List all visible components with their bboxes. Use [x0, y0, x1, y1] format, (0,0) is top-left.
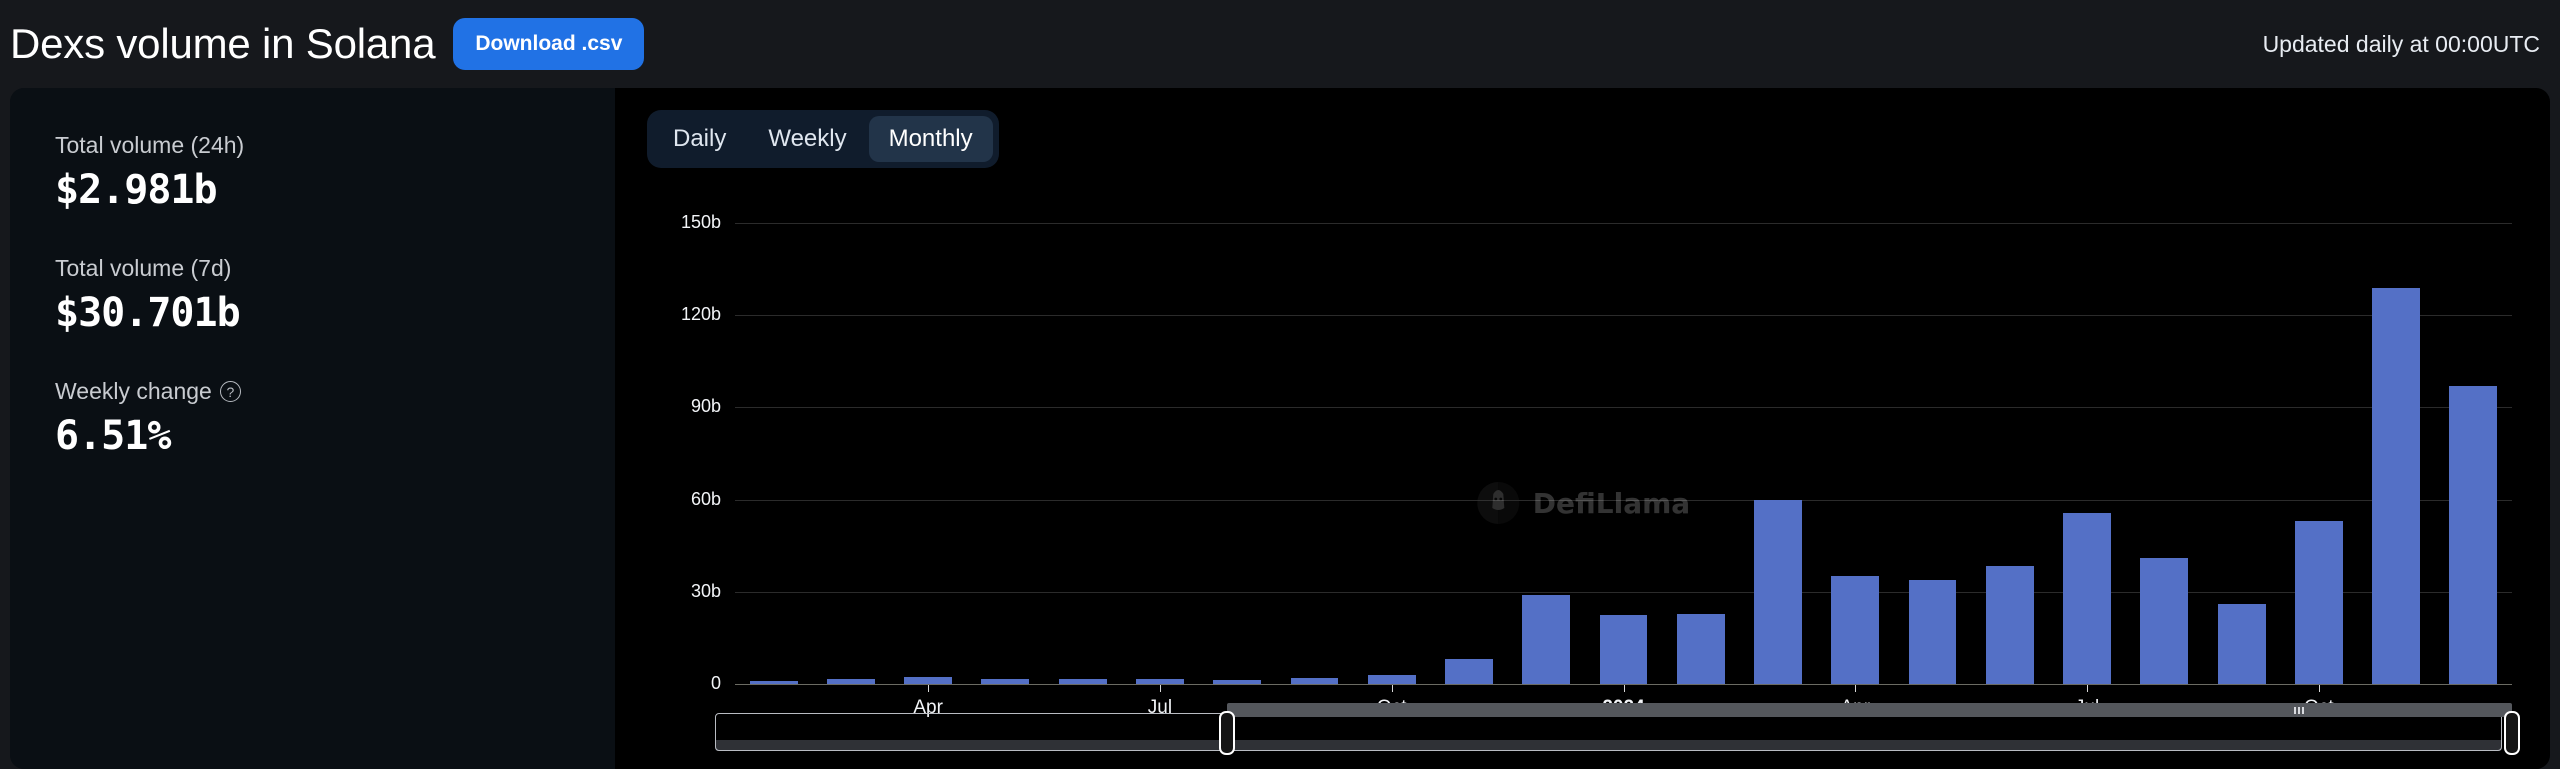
stat-label: Weekly change ? [55, 378, 615, 405]
download-csv-button[interactable]: Download .csv [453, 18, 645, 70]
chart-bar[interactable] [904, 676, 953, 684]
chart-bar[interactable] [1599, 614, 1648, 684]
dashboard-card: Total volume (24h) $2.981b Total volume … [10, 88, 2550, 769]
x-axis-tick-mark [2087, 685, 2089, 692]
slider-frame [715, 713, 2502, 751]
stat-label-text: Total volume (24h) [55, 132, 245, 158]
stat-total-volume-24h: Total volume (24h) $2.981b [55, 132, 615, 213]
y-axis-tick-label: 90b [690, 396, 721, 417]
y-axis-tick-label: 120b [680, 304, 721, 325]
chart-bar[interactable] [2449, 385, 2498, 684]
x-axis-tick-mark [1159, 685, 1161, 692]
chart-bar[interactable] [2063, 513, 2111, 684]
chart-bar[interactable] [749, 680, 798, 684]
y-axis-tick-label: 0 [710, 673, 721, 693]
stat-total-volume-7d: Total volume (7d) $30.701b [55, 255, 615, 336]
chart-panel: Daily Weekly Monthly DefiLlama 0 30b 60b 90… [615, 88, 2550, 769]
y-axis-tick-label: 30b [690, 580, 721, 601]
stat-weekly-change: Weekly change ? 6.51% [55, 378, 615, 459]
chart-bar[interactable] [1445, 659, 1493, 684]
chart-bar[interactable] [1058, 679, 1107, 684]
x-axis-tick-mark [1855, 685, 1857, 692]
tab-monthly[interactable]: Monthly [868, 116, 993, 162]
chart-bar[interactable] [1522, 594, 1571, 684]
tab-daily[interactable]: Daily [653, 116, 746, 162]
stat-label-text: Total volume (7d) [55, 255, 232, 281]
grid-line [735, 407, 2512, 409]
chart-bar[interactable] [1831, 576, 1880, 684]
chart-bar[interactable] [1290, 677, 1339, 684]
slider-handle-right[interactable] [2504, 711, 2520, 755]
page-title: Dexs volume in Solana [10, 20, 436, 67]
stat-value: 6.51% [55, 413, 171, 459]
stats-panel: Total volume (24h) $2.981b Total volume … [10, 88, 615, 769]
x-axis-tick-mark [928, 685, 930, 692]
slider-grip-icon[interactable] [2293, 707, 2306, 714]
chart-bar[interactable] [1213, 680, 1262, 684]
updated-note: Updated daily at 00:00UTC [2262, 30, 2540, 57]
stat-label-text: Weekly change [55, 378, 212, 404]
chart-bar[interactable] [1676, 613, 1725, 684]
grid-line [735, 591, 2512, 593]
stat-value: $2.981b [55, 167, 218, 213]
y-axis-tick-label: 150b [680, 212, 721, 232]
chart-bar[interactable] [2217, 604, 2266, 684]
chart-bar[interactable] [826, 679, 875, 684]
chart-bar[interactable] [1985, 565, 2034, 684]
stat-label: Total volume (7d) [55, 255, 615, 282]
grid-line [735, 499, 2512, 501]
slider-handle-left[interactable] [1219, 711, 1236, 755]
page-header: Dexs volume in Solana Download .csv Upda… [0, 0, 2560, 88]
x-axis-tick-mark [1391, 685, 1393, 692]
x-axis-tick-mark [2318, 685, 2320, 692]
chart-bar[interactable] [2294, 521, 2343, 684]
slider-selection[interactable] [1227, 703, 2512, 717]
y-axis-tick-label: 60b [690, 488, 721, 509]
chart-bar[interactable] [2140, 557, 2189, 684]
question-circle-icon[interactable]: ? [219, 381, 241, 402]
grid-line [735, 315, 2512, 317]
stat-value: $30.701b [55, 290, 241, 336]
chart-range-slider[interactable] [715, 703, 2520, 759]
chart-bar[interactable] [2372, 287, 2421, 684]
x-axis-tick-mark [1623, 685, 1625, 692]
stat-label: Total volume (24h) [55, 132, 615, 159]
tab-weekly[interactable]: Weekly [748, 116, 866, 162]
grid-line [735, 223, 2512, 224]
chart-bar[interactable] [1754, 499, 1802, 684]
bar-chart-plot[interactable]: 030b60b90b120b150bAprJulOct2024AprJulOct [615, 88, 2550, 769]
content-area: Total volume (24h) $2.981b Total volume … [0, 88, 2560, 769]
chart-bar[interactable] [1367, 674, 1416, 684]
chart-bar[interactable] [1135, 678, 1184, 684]
interval-tab-group: Daily Weekly Monthly [647, 110, 999, 168]
chart-bar[interactable] [1908, 579, 1957, 684]
chart-bar[interactable] [981, 679, 1030, 684]
